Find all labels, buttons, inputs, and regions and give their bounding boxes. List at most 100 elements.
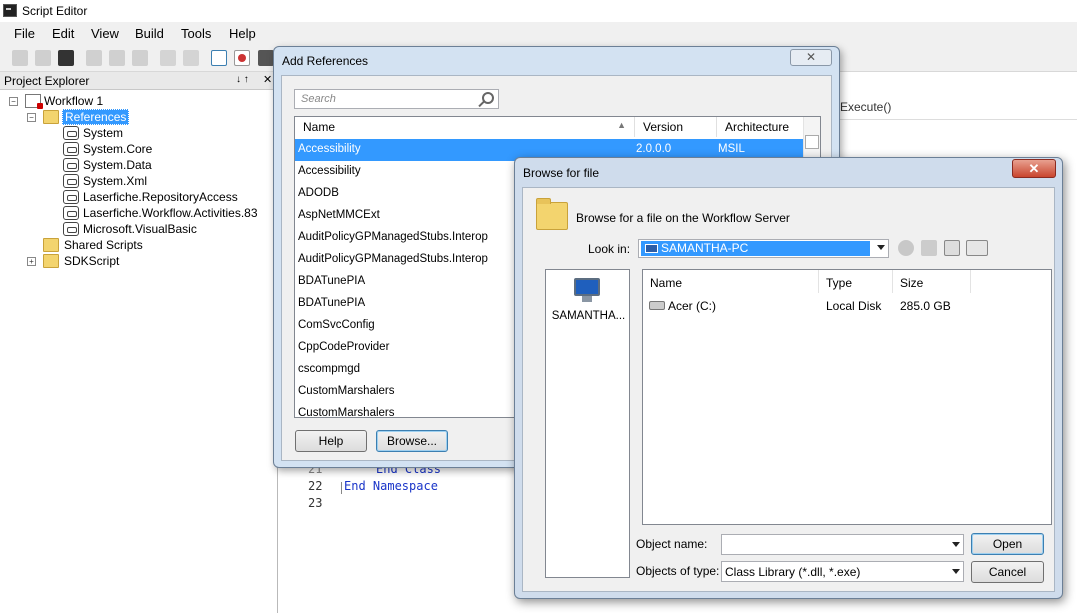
collapse-toggle[interactable]: − [9, 97, 18, 106]
computer-icon [645, 244, 658, 253]
column-header-type[interactable]: Type [819, 270, 893, 293]
redo-icon[interactable] [183, 50, 199, 66]
new-folder-icon[interactable] [944, 240, 960, 256]
reference-item[interactable]: Microsoft.VisualBasic [83, 222, 197, 236]
stop-icon[interactable] [234, 50, 250, 66]
menu-file[interactable]: File [14, 26, 35, 41]
cancel-button[interactable]: Cancel [971, 561, 1044, 583]
fold-line [341, 482, 342, 494]
browse-for-file-dialog: Browse for file ✕ Browse for a file on t… [514, 157, 1063, 599]
folder-icon [43, 254, 59, 268]
title-bar: Script Editor [0, 0, 1077, 22]
close-icon[interactable]: ✕ [263, 73, 272, 86]
place-item-computer[interactable]: SAMANTHA... [546, 310, 631, 322]
collapse-toggle[interactable]: − [27, 113, 36, 122]
open-button[interactable]: Open [971, 533, 1044, 555]
view-menu-icon[interactable] [966, 240, 988, 256]
window-title: Script Editor [22, 4, 88, 18]
up-folder-icon[interactable] [921, 240, 937, 256]
tree-item-shared-scripts[interactable]: Shared Scripts [64, 238, 143, 252]
chevron-down-icon[interactable] [877, 245, 885, 250]
tree-item-sdkscript[interactable]: SDKScript [64, 254, 119, 268]
column-header-size[interactable]: Size [893, 270, 971, 293]
column-header-architecture[interactable]: Architecture [717, 117, 805, 137]
reference-item[interactable]: Laserfiche.RepositoryAccess [83, 190, 238, 204]
project-explorer-title: Project Explorer [4, 74, 90, 88]
search-icon[interactable] [482, 92, 494, 104]
open-icon[interactable] [35, 50, 51, 66]
menu-edit[interactable]: Edit [52, 26, 74, 41]
tree-item-workflow[interactable]: Workflow 1 [44, 94, 103, 108]
look-in-label: Look in: [588, 242, 631, 256]
search-placeholder: Search [301, 93, 336, 105]
dialog-title: Add References [282, 54, 369, 68]
copy-icon[interactable] [109, 50, 125, 66]
workflow-icon [25, 94, 43, 109]
folder-icon [43, 238, 59, 252]
file-list[interactable]: Name Type Size Acer (C:) Local Disk 285.… [642, 269, 1052, 525]
paste-icon[interactable] [132, 50, 148, 66]
file-name[interactable]: Acer (C:) [668, 299, 716, 313]
reference-item[interactable]: System.Xml [83, 174, 147, 188]
object-name-field[interactable] [721, 534, 964, 555]
computer-icon[interactable] [572, 278, 602, 302]
menu-build[interactable]: Build [135, 26, 164, 41]
tree-item-references[interactable]: References [62, 109, 130, 125]
folder-icon [536, 198, 568, 230]
help-button[interactable]: Help [295, 430, 367, 452]
expand-toggle[interactable]: + [27, 257, 36, 266]
app-icon [3, 4, 17, 17]
menu-help[interactable]: Help [229, 26, 256, 41]
project-explorer-header: Project Explorer ↓ ↑ ✕ [0, 72, 278, 90]
folder-open-icon [43, 110, 59, 124]
save-icon[interactable] [58, 50, 74, 66]
assembly-icon [63, 190, 79, 204]
assembly-icon [63, 206, 79, 220]
dialog-heading: Browse for a file on the Workflow Server [576, 211, 790, 225]
line-number: 23 [308, 496, 323, 510]
object-name-label: Object name: [636, 537, 708, 551]
line-number: 22 [308, 479, 323, 493]
binoculars-icon[interactable] [258, 50, 274, 66]
method-combo[interactable]: Execute() [840, 100, 891, 114]
search-input[interactable]: Search [294, 89, 499, 109]
column-header-version[interactable]: Version [635, 117, 717, 137]
code-line: End Namespace [344, 479, 438, 493]
assembly-icon [63, 126, 79, 140]
look-in-value: SAMANTHA-PC [641, 241, 870, 256]
scrollbar-thumb[interactable] [805, 135, 819, 149]
places-bar: SAMANTHA... [545, 269, 630, 578]
column-header-name[interactable]: Name [643, 270, 819, 293]
assembly-icon [63, 142, 79, 156]
new-icon[interactable] [12, 50, 28, 66]
close-button[interactable]: ✕ [1012, 159, 1056, 178]
reference-item[interactable]: Laserfiche.Workflow.Activities.83 [83, 206, 258, 220]
dialog-title: Browse for file [523, 166, 600, 180]
properties-icon[interactable] [211, 50, 227, 66]
cut-icon[interactable] [86, 50, 102, 66]
project-explorer-panel: Project Explorer ↓ ↑ ✕ − Workflow 1 − Re… [0, 72, 278, 613]
menu-bar: File Edit View Build Tools Help [0, 22, 1077, 44]
objects-of-type-select[interactable]: Class Library (*.dll, *.exe) [721, 561, 964, 582]
pin-icon[interactable]: ↓ ↑ [236, 74, 249, 85]
assembly-icon [63, 174, 79, 188]
assembly-icon [63, 222, 79, 236]
reference-item[interactable]: System.Data [83, 158, 152, 172]
undo-icon[interactable] [160, 50, 176, 66]
drive-icon [649, 301, 665, 310]
file-type: Local Disk [826, 299, 882, 313]
reference-item[interactable]: System.Core [83, 142, 152, 156]
assembly-icon [63, 158, 79, 172]
close-button[interactable]: ✕ [790, 49, 832, 66]
chevron-down-icon[interactable] [952, 569, 960, 574]
chevron-down-icon[interactable] [952, 542, 960, 547]
back-icon[interactable] [898, 240, 914, 256]
objects-of-type-label: Objects of type: [636, 564, 720, 578]
menu-tools[interactable]: Tools [181, 26, 211, 41]
reference-item[interactable]: System [83, 126, 123, 140]
look-in-select[interactable]: SAMANTHA-PC [638, 239, 889, 258]
dialog-body: Browse for a file on the Workflow Server… [522, 187, 1055, 592]
browse-button[interactable]: Browse... [376, 430, 448, 452]
menu-view[interactable]: View [91, 26, 119, 41]
column-header-name[interactable]: Name ▲ [295, 117, 635, 137]
